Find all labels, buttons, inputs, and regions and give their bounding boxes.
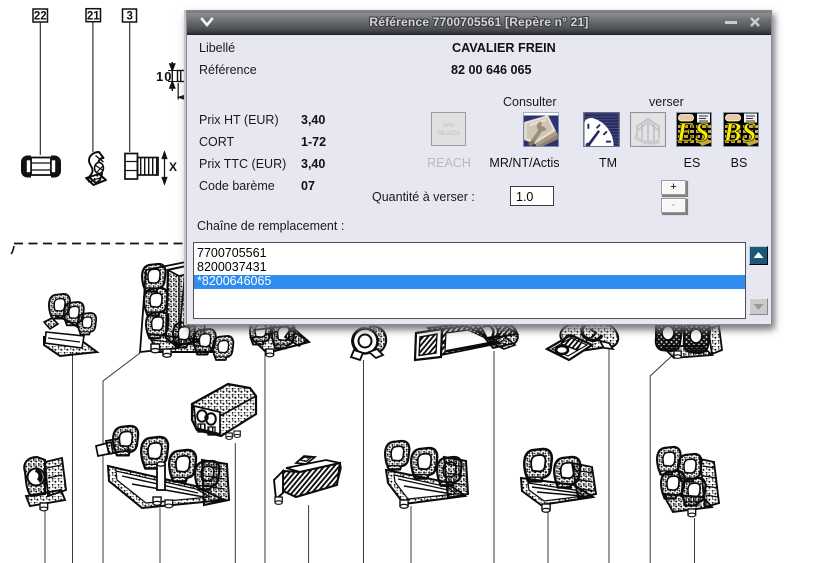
svg-text:X: X xyxy=(169,160,177,174)
svg-text:22: 22 xyxy=(34,11,47,23)
svg-text:BS: BS xyxy=(723,117,757,147)
svg-text:ES: ES xyxy=(676,117,710,147)
svg-text:21: 21 xyxy=(87,10,100,22)
svg-text:3: 3 xyxy=(126,11,132,23)
